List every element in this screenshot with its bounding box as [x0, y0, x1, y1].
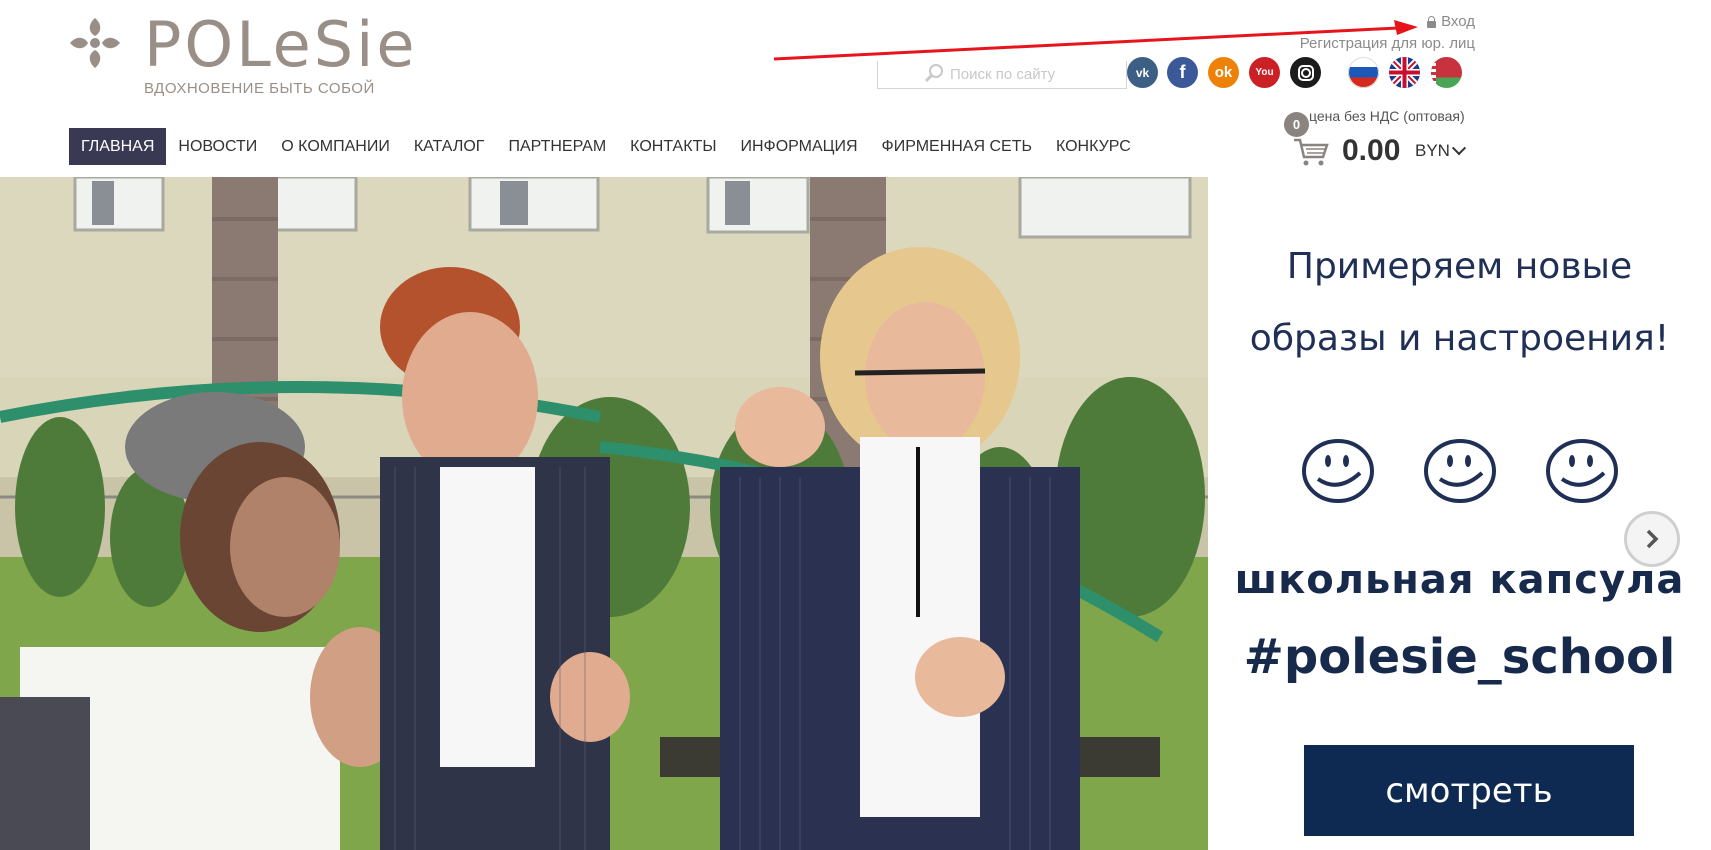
nav-item-news[interactable]: НОВОСТИ — [166, 128, 269, 165]
odnoklassniki-icon[interactable]: ok — [1208, 57, 1239, 88]
en-flag-graphic — [1389, 57, 1420, 88]
en-flag-icon[interactable] — [1389, 57, 1420, 88]
youtube-label: You — [1255, 67, 1274, 78]
nav-item-home[interactable]: ГЛАВНАЯ — [69, 128, 167, 165]
nav-item-contacts[interactable]: КОНТАКТЫ — [618, 128, 728, 165]
cart-total: 0.00 — [1342, 134, 1401, 167]
ru-flag-icon[interactable] — [1348, 57, 1379, 88]
currency-select[interactable]: BYN — [1415, 141, 1467, 161]
nav-item-info[interactable]: ИНФОРМАЦИЯ — [728, 128, 869, 165]
promo-title-line1: Примеряем новые — [1286, 246, 1633, 287]
chevron-down-icon — [1451, 141, 1467, 156]
promo-panel: Примеряем новые образы и настроения! шко… — [1208, 177, 1711, 850]
view-button[interactable]: смотреть — [1304, 745, 1634, 836]
login-link[interactable]: Вход — [1427, 13, 1475, 30]
cart-icon — [1294, 138, 1329, 166]
facebook-icon[interactable]: f — [1167, 57, 1198, 88]
search-icon — [924, 64, 943, 83]
youtube-icon[interactable]: You — [1249, 57, 1280, 88]
logo-mark-icon — [70, 18, 120, 68]
hero-illustration — [0, 177, 1208, 850]
brand-tagline: ВДОХНОВЕНИЕ БЫТЬ СОБОЙ — [144, 80, 375, 97]
odnoklassniki-label: ok — [1214, 64, 1233, 81]
currency-label: BYN — [1415, 141, 1450, 160]
smiley-icon — [1423, 439, 1496, 503]
nav-item-catalog[interactable]: КАТАЛОГ — [402, 128, 497, 165]
promo-capsule: школьная капсула — [1234, 557, 1685, 603]
brand-name: POLeSie — [144, 8, 418, 81]
cart-button[interactable]: 0 — [1283, 112, 1343, 170]
login-label: Вход — [1441, 13, 1475, 30]
smiley-icon — [1301, 439, 1374, 503]
smileys-row — [1208, 435, 1711, 507]
smiley-icon — [1545, 439, 1618, 503]
nav-item-stores[interactable]: ФИРМЕННАЯ СЕТЬ — [870, 128, 1044, 165]
brand-logo[interactable]: POLeSie ВДОХНОВЕНИЕ БЫТЬ СОБОЙ — [68, 10, 415, 100]
vk-label: vk — [1135, 65, 1150, 80]
main-nav: ГЛАВНАЯ НОВОСТИ О КОМПАНИИ КАТАЛОГ ПАРТН… — [69, 128, 1143, 165]
nav-item-partners[interactable]: ПАРТНЕРАМ — [496, 128, 618, 165]
promo-hashtag: #polesie_school — [1243, 629, 1676, 685]
nav-item-contest[interactable]: КОНКУРС — [1044, 128, 1143, 165]
instagram-glyph — [1297, 64, 1314, 81]
vk-icon[interactable]: vk — [1127, 57, 1158, 88]
instagram-icon[interactable] — [1290, 57, 1321, 88]
lock-icon — [1427, 15, 1437, 28]
promo-title: Примеряем новые образы и настроения! — [1208, 231, 1711, 375]
hero-photo[interactable] — [0, 177, 1208, 850]
promo-title-line2: образы и настроения! — [1249, 318, 1670, 359]
slider-next-button[interactable] — [1624, 511, 1680, 567]
cart-count-badge: 0 — [1284, 112, 1309, 137]
nav-item-about[interactable]: О КОМПАНИИ — [269, 128, 402, 165]
chevron-right-icon — [1646, 529, 1659, 549]
facebook-label: f — [1179, 62, 1186, 82]
search-input[interactable]: Поиск по сайту — [877, 61, 1127, 89]
by-flag-icon[interactable] — [1431, 57, 1462, 88]
